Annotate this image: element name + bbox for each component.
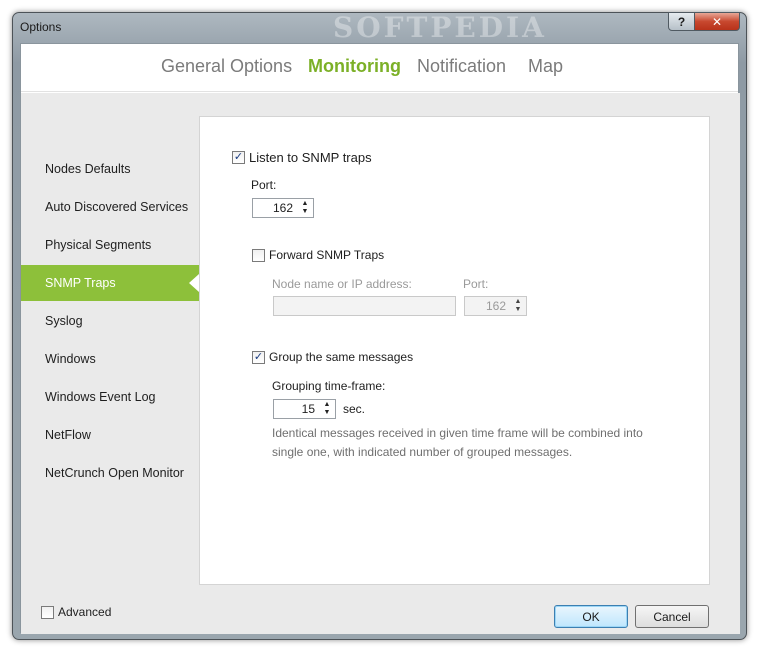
spin-arrows-icon[interactable]: ▲ ▼ [299, 200, 311, 216]
dialog-client: General Options Monitoring Notification … [20, 43, 740, 634]
help-button[interactable]: ? [668, 12, 695, 31]
window-title: Options [20, 20, 62, 34]
timeframe-unit: sec. [343, 402, 366, 416]
timeframe-value: 15 [301, 402, 315, 416]
snmp-traps-panel: ✓ Listen to SNMP traps Port: 162 ▲ ▼ Forw… [199, 116, 710, 585]
softpedia-watermark: SOFTPEDIA [333, 11, 547, 44]
footer-bar: Advanced OK Cancel [21, 585, 740, 634]
sidebar-item-auto-discovered-services[interactable]: Auto Discovered Services [21, 189, 199, 225]
forward-checkbox-box[interactable] [252, 248, 265, 262]
listen-snmp-traps-label: Listen to SNMP traps [249, 150, 372, 165]
sidebar-item-syslog[interactable]: Syslog [21, 303, 199, 339]
grouping-description-line-2: single one, with indicated number of gro… [272, 445, 573, 459]
sidebar-item-nodes-defaults[interactable]: Nodes Defaults [21, 151, 199, 187]
listen-checkbox-box[interactable]: ✓ [232, 151, 245, 164]
sidebar-item-netcrunch-open-monitor[interactable]: NetCrunch Open Monitor [21, 455, 199, 491]
listen-snmp-traps-checkbox[interactable]: ✓ Listen to SNMP traps [232, 150, 372, 165]
group-checkbox-box[interactable]: ✓ [252, 350, 265, 364]
grouping-description: Identical messages received in given tim… [272, 424, 643, 462]
advanced-checkbox-box[interactable] [41, 605, 54, 619]
check-mark-icon: ✓ [253, 350, 264, 363]
sidebar-item-physical-segments[interactable]: Physical Segments [21, 227, 199, 263]
close-icon: ✕ [711, 14, 723, 29]
help-icon: ? [677, 14, 686, 29]
tab-general-options[interactable]: General Options [161, 56, 292, 77]
forward-snmp-traps-label: Forward SNMP Traps [269, 248, 385, 262]
sidebar-item-windows[interactable]: Windows [21, 341, 199, 377]
close-button[interactable]: ✕ [694, 12, 740, 31]
tab-map[interactable]: Map [528, 56, 563, 77]
group-same-messages-label: Group the same messages [269, 350, 414, 364]
node-address-input[interactable] [273, 296, 456, 316]
forward-port-label: Port: [463, 277, 489, 291]
tab-monitoring[interactable]: Monitoring [308, 56, 401, 77]
category-tabs: General Options Monitoring Notification … [21, 44, 738, 92]
forward-snmp-traps-checkbox[interactable]: Forward SNMP Traps [252, 248, 384, 262]
sidebar-item-snmp-traps[interactable]: SNMP Traps [21, 265, 199, 301]
tab-notification[interactable]: Notification [417, 56, 506, 77]
ok-button[interactable]: OK [554, 605, 628, 628]
grouping-timeframe-label: Grouping time-frame: [272, 379, 386, 393]
group-same-messages-checkbox[interactable]: ✓ Group the same messages [252, 350, 413, 364]
grouping-description-line-1: Identical messages received in given tim… [272, 426, 643, 440]
options-window: Options SOFTPEDIA ? ✕ General Options Mo… [12, 11, 747, 640]
spin-arrows-icon[interactable]: ▲ ▼ [512, 298, 524, 314]
cancel-button[interactable]: Cancel [635, 605, 709, 628]
forward-port-value: 162 [485, 299, 506, 313]
spin-arrows-icon[interactable]: ▲ ▼ [321, 401, 333, 417]
check-mark-icon: ✓ [233, 151, 244, 163]
port-label: Port: [251, 178, 277, 192]
title-bar[interactable]: Options SOFTPEDIA ? ✕ [13, 11, 746, 44]
port-value: 162 [272, 201, 293, 215]
node-name-label: Node name or IP address: [272, 277, 412, 291]
forward-port-spinner[interactable]: 162 ▲ ▼ [464, 296, 527, 316]
timeframe-spinner[interactable]: 15 ▲ ▼ [273, 399, 336, 419]
port-spinner[interactable]: 162 ▲ ▼ [252, 198, 314, 218]
advanced-label: Advanced [58, 605, 112, 619]
advanced-checkbox[interactable]: Advanced [41, 605, 111, 619]
sidebar-item-netflow[interactable]: NetFlow [21, 417, 199, 453]
sidebar: Nodes Defaults Auto Discovered Services … [21, 93, 199, 634]
sidebar-item-windows-event-log[interactable]: Windows Event Log [21, 379, 199, 415]
